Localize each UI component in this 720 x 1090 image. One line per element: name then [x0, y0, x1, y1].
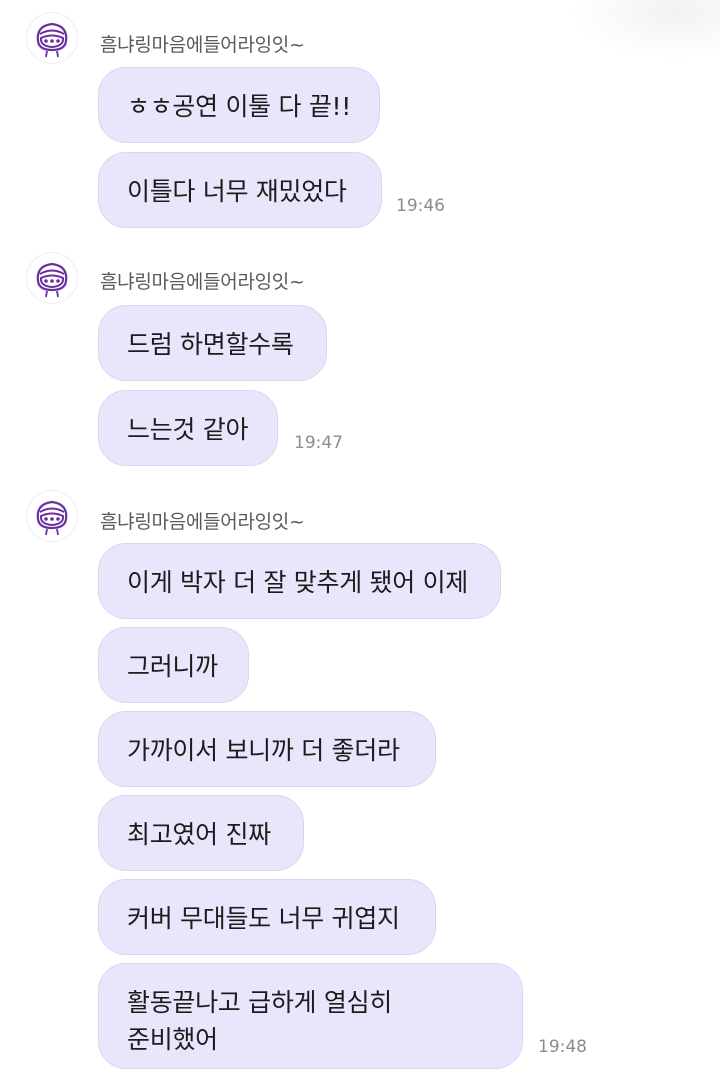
- sender-name: 흠냐링마음에들어라잉잇~: [100, 34, 305, 56]
- message-bubble[interactable]: 드럼 하면할수록: [98, 305, 327, 381]
- message-bubble[interactable]: 활동끝나고 급하게 열심히 준비했어: [98, 963, 523, 1069]
- message-bubble[interactable]: 그러니까: [98, 627, 249, 703]
- message-bubble[interactable]: 가까이서 보니까 더 좋더라: [98, 711, 436, 787]
- message-timestamp: 19:46: [396, 196, 445, 216]
- message-bubble[interactable]: 커버 무대들도 너무 귀엽지: [98, 879, 436, 955]
- sender-name: 흠냐링마음에들어라잉잇~: [100, 271, 305, 293]
- sender-avatar-icon[interactable]: [26, 490, 78, 542]
- message-timestamp: 19:48: [538, 1037, 587, 1057]
- message-line: 활동끝나고 급하게 열심히: [127, 988, 392, 1017]
- message-bubble[interactable]: 이게 박자 더 잘 맞추게 됐어 이제: [98, 543, 501, 619]
- message-bubble[interactable]: ㅎㅎ공연 이툴 다 끝!!: [98, 67, 380, 143]
- sender-name: 흠냐링마음에들어라잉잇~: [100, 511, 305, 533]
- sender-avatar-icon[interactable]: [26, 252, 78, 304]
- message-bubble[interactable]: 느는것 같아: [98, 390, 278, 466]
- message-timestamp: 19:47: [294, 433, 343, 453]
- sender-avatar-icon[interactable]: [26, 12, 78, 64]
- message-bubble[interactable]: 최고였어 진짜: [98, 795, 304, 871]
- message-bubble[interactable]: 이틀다 너무 재밌었다: [98, 152, 382, 228]
- screen-edge-glare: [570, 0, 720, 60]
- message-line: 준비했어: [127, 1025, 218, 1054]
